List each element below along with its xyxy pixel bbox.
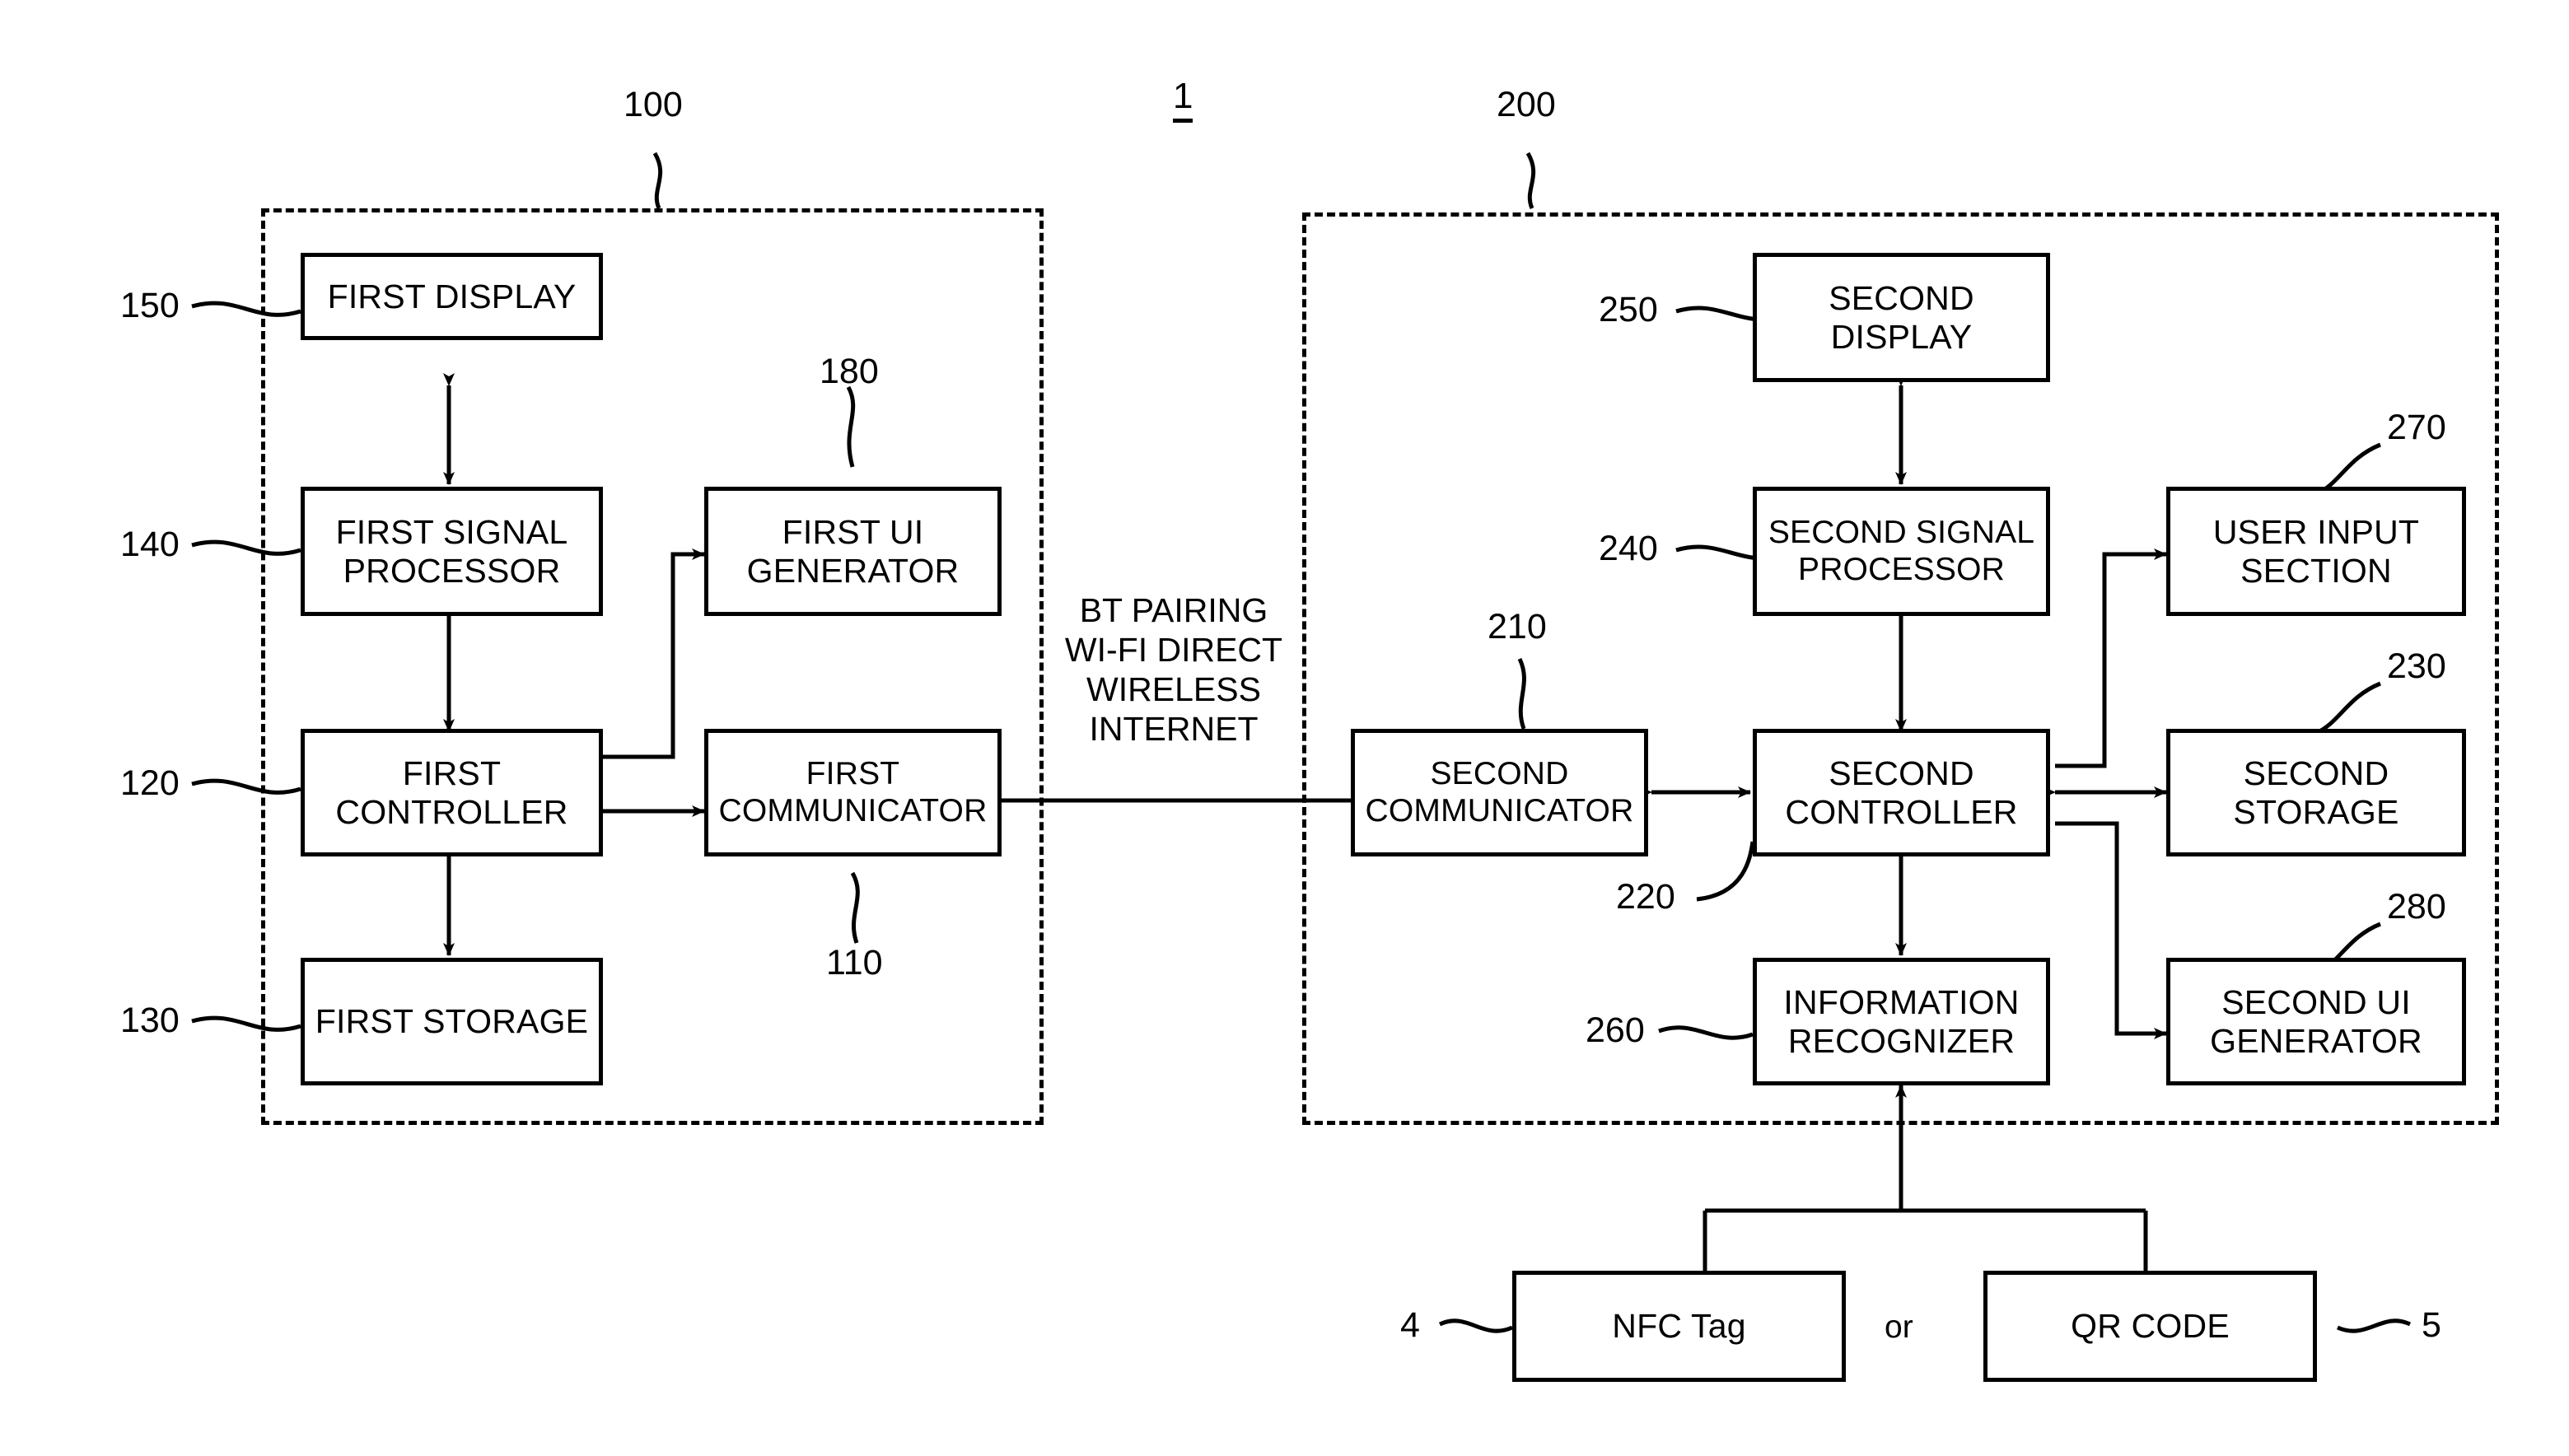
ref-250: 250 bbox=[1599, 290, 1658, 329]
nfc-tag-box[interactable]: NFC Tag bbox=[1512, 1271, 1846, 1382]
first-controller-box[interactable]: FIRST CONTROLLER bbox=[301, 729, 603, 856]
first-ui-generator-box[interactable]: FIRST UI GENERATOR bbox=[704, 487, 1002, 616]
first-display-box[interactable]: FIRST DISPLAY bbox=[301, 253, 603, 340]
second-communicator-box[interactable]: SECOND COMMUNICATOR bbox=[1351, 729, 1648, 856]
ref-210: 210 bbox=[1488, 607, 1547, 646]
ref-180: 180 bbox=[820, 352, 879, 391]
wireless-link-caption: BT PAIRING WI-FI DIRECT WIRELESS INTERNE… bbox=[1064, 591, 1283, 748]
information-recognizer-box[interactable]: INFORMATION RECOGNIZER bbox=[1753, 958, 2050, 1085]
qr-code-box[interactable]: QR CODE bbox=[1983, 1271, 2317, 1382]
ref-230: 230 bbox=[2387, 646, 2446, 686]
ref-200: 200 bbox=[1497, 85, 1556, 124]
first-signal-processor-box[interactable]: FIRST SIGNAL PROCESSOR bbox=[301, 487, 603, 616]
ref-5: 5 bbox=[2422, 1305, 2441, 1345]
ref-140: 140 bbox=[120, 525, 180, 564]
first-communicator-box[interactable]: FIRST COMMUNICATOR bbox=[704, 729, 1002, 856]
ref-280: 280 bbox=[2387, 887, 2446, 926]
first-storage-box[interactable]: FIRST STORAGE bbox=[301, 958, 603, 1085]
ref-150: 150 bbox=[120, 286, 180, 325]
ref-270: 270 bbox=[2387, 408, 2446, 447]
ref-4: 4 bbox=[1400, 1305, 1420, 1345]
second-storage-box[interactable]: SECOND STORAGE bbox=[2166, 729, 2466, 856]
ref-260: 260 bbox=[1586, 1010, 1645, 1050]
user-input-section-box[interactable]: USER INPUT SECTION bbox=[2166, 487, 2466, 616]
second-ui-generator-box[interactable]: SECOND UI GENERATOR bbox=[2166, 958, 2466, 1085]
second-display-box[interactable]: SECOND DISPLAY bbox=[1753, 253, 2050, 382]
ref-130: 130 bbox=[120, 1001, 180, 1040]
ref-220: 220 bbox=[1616, 877, 1675, 917]
ref-240: 240 bbox=[1599, 529, 1658, 568]
ref-110: 110 bbox=[826, 943, 883, 982]
ref-120: 120 bbox=[120, 763, 180, 803]
second-signal-processor-box[interactable]: SECOND SIGNAL PROCESSOR bbox=[1753, 487, 2050, 616]
patent-figure-canvas: 1 100 200 FIRST DISPLAY 150 FIRST SIGNAL… bbox=[0, 0, 2569, 1456]
or-separator-label: or bbox=[1885, 1309, 1913, 1345]
figure-number: 1 bbox=[1173, 78, 1193, 123]
second-controller-box[interactable]: SECOND CONTROLLER bbox=[1753, 729, 2050, 856]
ref-100: 100 bbox=[624, 85, 683, 124]
